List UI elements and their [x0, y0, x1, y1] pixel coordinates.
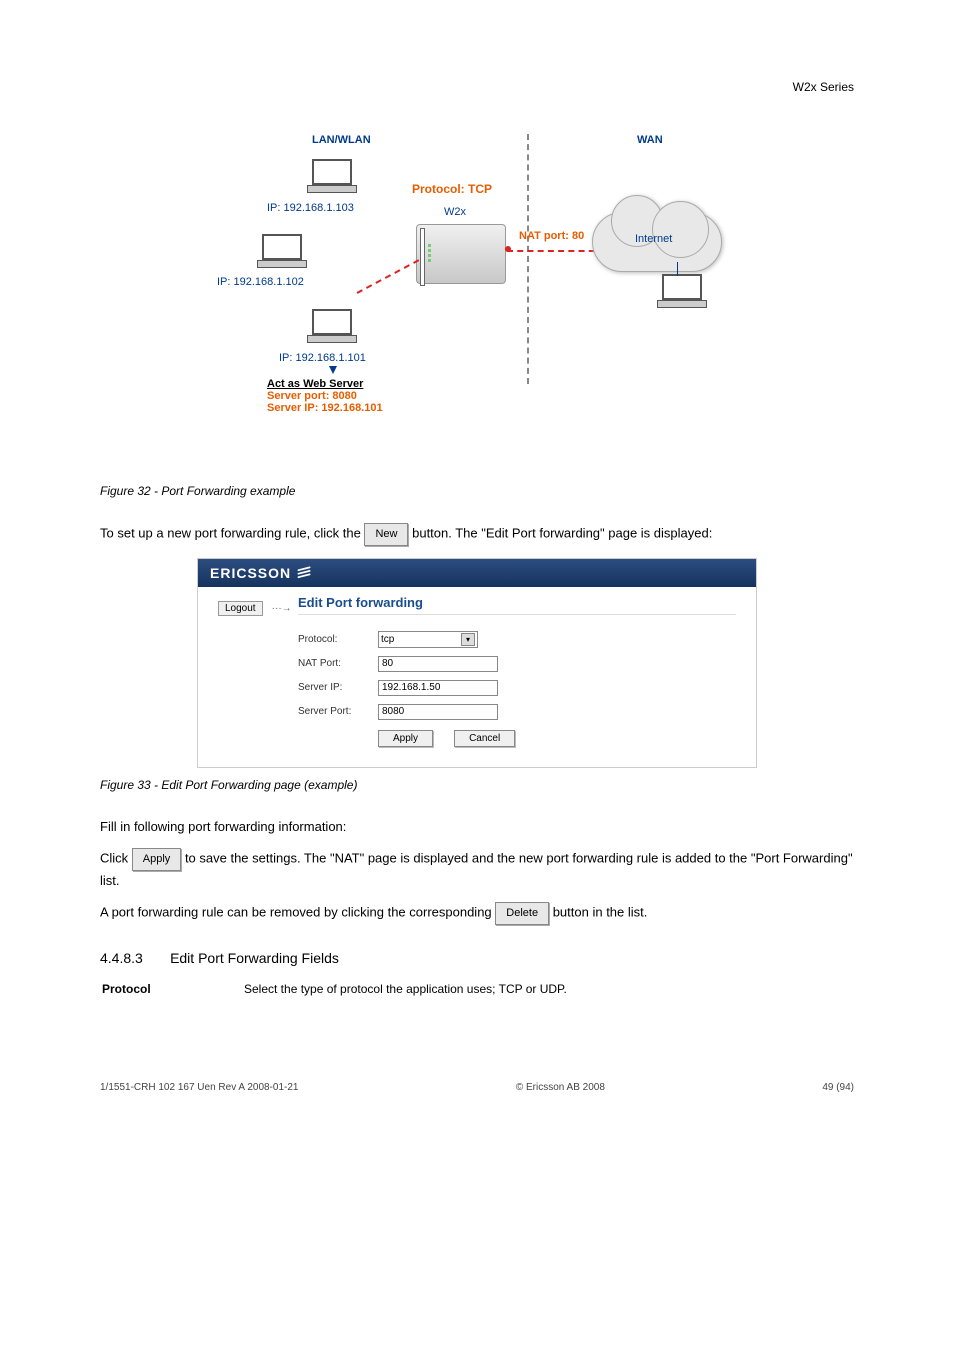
- wan-label: WAN: [637, 134, 663, 146]
- new-button-inline: New: [364, 523, 408, 546]
- laptop-3: [307, 309, 357, 345]
- server-port-input[interactable]: [378, 704, 498, 720]
- laptop-remote: [657, 274, 707, 310]
- delete-button-inline: Delete: [495, 902, 549, 925]
- protocol-select[interactable]: tcp ▾: [378, 631, 478, 648]
- arrow-down-icon: [329, 366, 337, 374]
- act-as-label: Act as Web Server Server port: 8080 Serv…: [267, 378, 383, 414]
- red-dot: [505, 246, 511, 252]
- protocol-label: Protocol: TCP: [412, 182, 492, 196]
- server-ip-input[interactable]: [378, 680, 498, 696]
- nat-port-input[interactable]: [378, 656, 498, 672]
- footer-pagenum: 49 (94): [822, 1082, 854, 1093]
- apply-button-inline: Apply: [132, 848, 182, 871]
- breadcrumb-arrow-icon: ···→: [272, 603, 292, 614]
- footer-docid: 1/1551-CRH 102 167 Uen Rev A 2008-01-21: [100, 1082, 298, 1093]
- fields-intro: Fill in following port forwarding inform…: [100, 817, 854, 837]
- protocol-field-label: Protocol:: [298, 634, 378, 645]
- edit-port-forwarding-panel: ERICSSON Logout ···→ Edit Port forwardin…: [197, 558, 757, 768]
- laptop-2: [257, 234, 307, 270]
- table-row: Protocol Select the type of protocol the…: [102, 978, 852, 1000]
- server-ip-field-label: Server IP:: [298, 682, 378, 693]
- logout-button[interactable]: Logout: [218, 601, 263, 616]
- ip-label-2: IP: 192.168.1.102: [217, 276, 304, 288]
- red-dash-1: [357, 259, 420, 294]
- paragraph-delete: A port forwarding rule can be removed by…: [100, 902, 854, 925]
- nat-port-field-label: NAT Port:: [298, 658, 378, 669]
- cloud-connector: [677, 262, 679, 276]
- ericsson-logo-icon: [297, 566, 311, 580]
- field-name: Protocol: [102, 982, 151, 996]
- section-heading: 4.4.8.3 Edit Port Forwarding Fields: [100, 950, 854, 966]
- cloud-icon: Internet: [592, 212, 722, 272]
- router-device: [412, 206, 512, 286]
- chevron-down-icon: ▾: [461, 633, 475, 646]
- ip-label-1: IP: 192.168.1.103: [267, 202, 354, 214]
- page-footer: 1/1551-CRH 102 167 Uen Rev A 2008-01-21 …: [100, 1082, 854, 1093]
- laptop-1: [307, 159, 357, 195]
- ui-titlebar: ERICSSON: [198, 559, 756, 587]
- paragraph-apply: Click Apply to save the settings. The "N…: [100, 848, 854, 890]
- figure-33-caption: Figure 33 - Edit Port Forwarding page (e…: [100, 778, 854, 792]
- footer-copyright: © Ericsson AB 2008: [516, 1082, 605, 1093]
- network-diagram: LAN/WLAN WAN IP: 192.168.1.103 IP: 192.1…: [207, 134, 747, 474]
- figure-32-caption: Figure 32 - Port Forwarding example: [100, 484, 854, 498]
- header-product: W2x Series: [100, 80, 854, 94]
- divider-line: [527, 134, 529, 384]
- field-desc: Select the type of protocol the applicat…: [244, 978, 852, 1000]
- nat-port-label: NAT port: 80: [519, 230, 584, 242]
- fields-table: Protocol Select the type of protocol the…: [100, 976, 854, 1002]
- internet-label: Internet: [635, 233, 672, 245]
- paragraph-new: To set up a new port forwarding rule, cl…: [100, 523, 854, 546]
- server-port-field-label: Server Port:: [298, 706, 378, 717]
- ip-label-3: IP: 192.168.1.101: [279, 352, 366, 364]
- page-title: Edit Port forwarding: [298, 595, 736, 615]
- cancel-button[interactable]: Cancel: [454, 730, 515, 747]
- brand-label: ERICSSON: [210, 565, 291, 581]
- lan-label: LAN/WLAN: [312, 134, 371, 146]
- apply-button[interactable]: Apply: [378, 730, 433, 747]
